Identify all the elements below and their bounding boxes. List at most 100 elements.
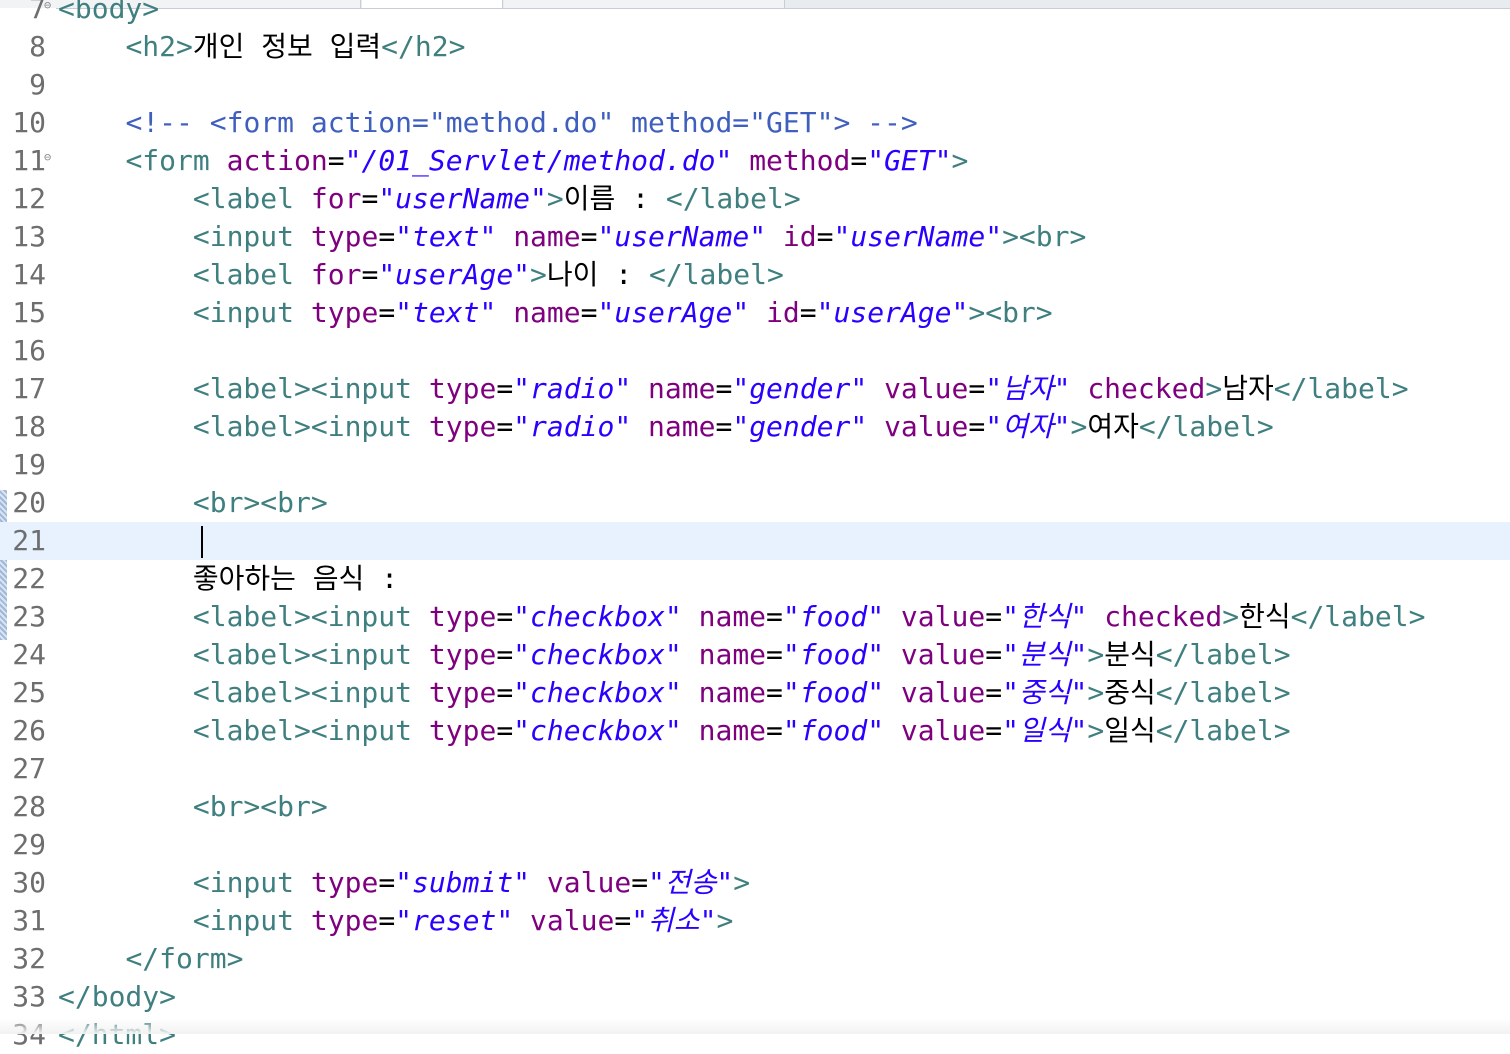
- code-token: =: [985, 638, 1003, 671]
- code-token: value: [900, 638, 986, 671]
- code-line[interactable]: 32 </form>: [0, 940, 1510, 978]
- code-token: "userAge": [378, 258, 531, 291]
- code-token: value: [900, 676, 986, 709]
- code-token: >: [1087, 714, 1105, 747]
- code-token: "submit": [395, 866, 531, 899]
- code-line[interactable]: 23 <label><input type="checkbox" name="f…: [0, 598, 1510, 636]
- code-line[interactable]: 10 <!-- <form action="method.do" method=…: [0, 104, 1510, 142]
- code-line[interactable]: 31 <input type="reset" value="취소">: [0, 902, 1510, 940]
- code-line[interactable]: 9: [0, 66, 1510, 104]
- code-token: "userAge": [816, 296, 969, 329]
- code-token: =: [816, 220, 834, 253]
- code-token: </h2>: [381, 30, 466, 63]
- code-line[interactable]: 7 ⊖ <body>: [0, 0, 1510, 28]
- code-token: "food": [782, 600, 885, 633]
- code-line[interactable]: 11 ⊖ <form action="/01_Servlet/method.do"…: [0, 142, 1510, 180]
- code-line[interactable]: 28 <br><br>: [0, 788, 1510, 826]
- code-line[interactable]: 26 <label><input type="checkbox" name="f…: [0, 712, 1510, 750]
- line-number: 17: [12, 372, 46, 405]
- line-number: 18: [12, 410, 46, 443]
- code-token: <label><input: [192, 600, 429, 633]
- line-number: 10: [12, 106, 46, 139]
- code-line[interactable]: 13 <input type="text" name="userName" id…: [0, 218, 1510, 256]
- code-line[interactable]: 15 <input type="text" name="userAge" id=…: [0, 294, 1510, 332]
- line-number: 9: [29, 68, 46, 101]
- code-line[interactable]: 16: [0, 332, 1510, 370]
- code-line[interactable]: 17 <label><input type="radio" name="gend…: [0, 370, 1510, 408]
- line-number: 28: [12, 790, 46, 823]
- code-line[interactable]: 20 <br><br>: [0, 484, 1510, 522]
- code-line[interactable]: 30 <input type="submit" value="전송">: [0, 864, 1510, 902]
- code-token: "radio": [513, 372, 632, 405]
- code-token: =: [378, 296, 396, 329]
- code-line[interactable]: 33 </body>: [0, 978, 1510, 1016]
- code-line[interactable]: 18 <label><input type="radio" name="gend…: [0, 408, 1510, 446]
- fold-toggle-icon[interactable]: ⊖: [44, 0, 51, 20]
- code-token: type: [428, 372, 497, 405]
- code-token: name: [648, 410, 716, 443]
- code-token: id: [766, 296, 800, 329]
- code-text: <form action="/01_Servlet/method.do" met…: [58, 142, 968, 180]
- code-line[interactable]: 14 <label for="userAge">나이 : </label>: [0, 256, 1510, 294]
- code-token: "취소": [631, 904, 717, 937]
- code-token: name: [698, 638, 767, 671]
- code-token: =: [580, 296, 598, 329]
- code-token: =: [614, 904, 632, 937]
- code-token: >: [1070, 410, 1088, 443]
- code-line[interactable]: 21: [0, 522, 1510, 560]
- code-token: =: [766, 676, 783, 709]
- code-text: <body>: [58, 0, 159, 28]
- code-text: <label><input type="checkbox" name="food…: [58, 674, 1291, 712]
- code-line[interactable]: 29: [0, 826, 1510, 864]
- code-token: type: [428, 676, 497, 709]
- code-line[interactable]: 8 <h2>개인 정보 입력</h2>: [0, 28, 1510, 66]
- code-token: name: [698, 676, 767, 709]
- code-token: </label>: [1155, 676, 1291, 709]
- code-token: 이름 :: [563, 182, 666, 215]
- code-token: <br><br>: [192, 486, 328, 519]
- code-line[interactable]: 22 좋아하는 음식 :: [0, 560, 1510, 598]
- fold-toggle-icon[interactable]: ⊖: [44, 142, 51, 172]
- line-number: 24: [12, 638, 46, 671]
- code-token: <label><input: [192, 638, 429, 671]
- code-token: =: [361, 258, 379, 291]
- code-line[interactable]: 12 <label for="userName">이름 : </label>: [0, 180, 1510, 218]
- code-editor[interactable]: 7 ⊖ <body> 8 <h2>개인 정보 입력</h2> 9 10 <!-- <for…: [0, 0, 1510, 1054]
- code-token: "food": [782, 638, 885, 671]
- code-text: </body>: [58, 978, 176, 1016]
- code-token: "gender": [732, 372, 868, 405]
- line-number: 22: [12, 562, 46, 595]
- code-token: type: [310, 220, 379, 253]
- code-token: =: [766, 600, 783, 633]
- code-token: =: [985, 600, 1003, 633]
- code-text: <input type="text" name="userAge" id="us…: [58, 294, 1053, 332]
- code-line[interactable]: 24 <label><input type="checkbox" name="f…: [0, 636, 1510, 674]
- code-token: "food": [782, 714, 885, 747]
- code-token: for: [310, 258, 362, 291]
- code-token: "food": [782, 676, 885, 709]
- code-line[interactable]: 19: [0, 446, 1510, 484]
- line-number: 25: [12, 676, 46, 709]
- code-token: </label>: [665, 182, 801, 215]
- code-text: <h2>개인 정보 입력</h2>: [58, 28, 465, 66]
- code-token: "전송": [648, 866, 734, 899]
- code-line[interactable]: 25 <label><input type="checkbox" name="f…: [0, 674, 1510, 712]
- code-line[interactable]: 27: [0, 750, 1510, 788]
